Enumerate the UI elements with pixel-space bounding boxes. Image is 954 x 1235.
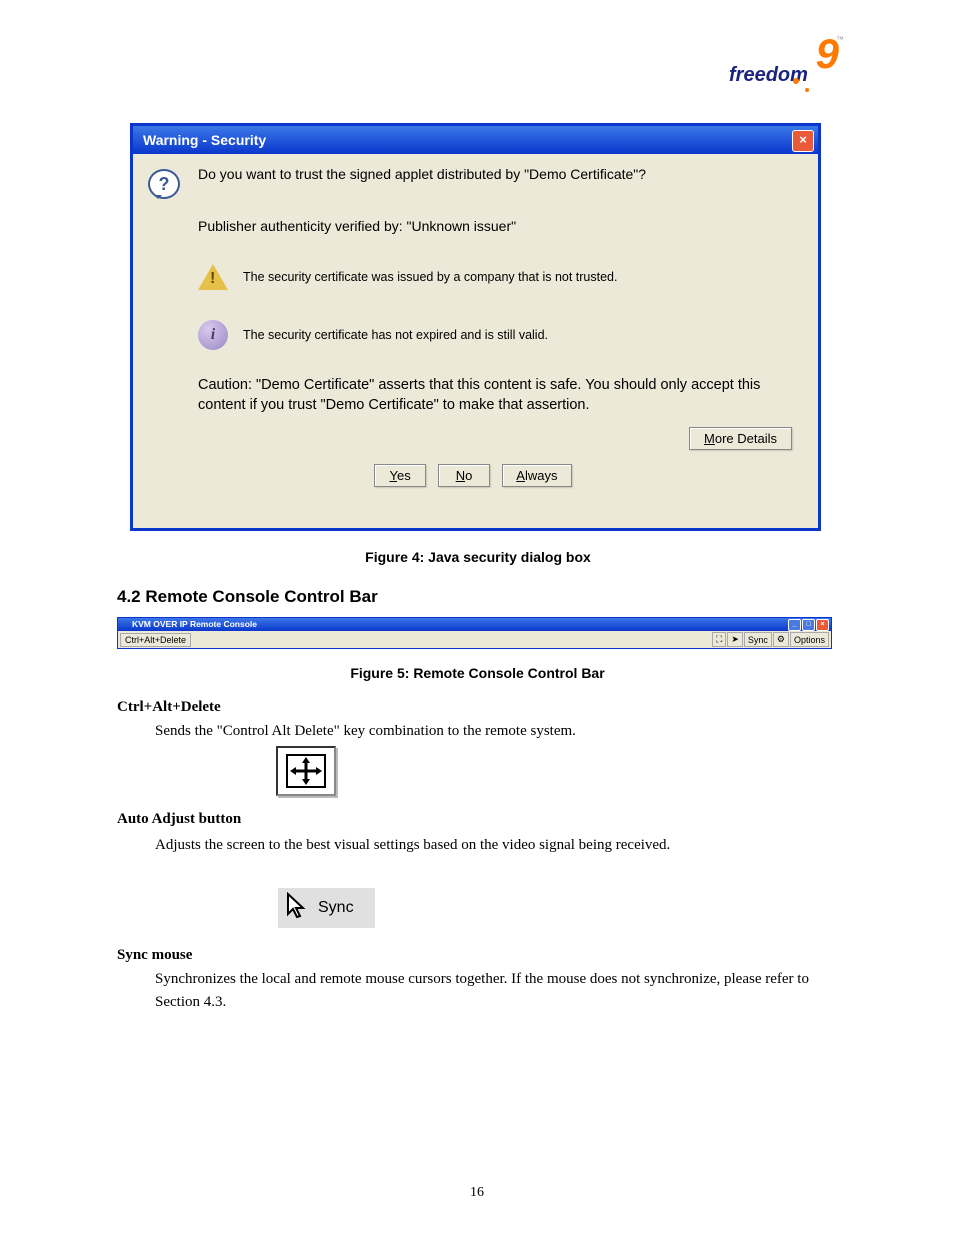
cursor-icon [286, 892, 308, 924]
question-icon: ? [148, 168, 180, 200]
info-icon: i [198, 320, 228, 350]
caution-text: Caution: "Demo Certificate" asserts that… [198, 376, 788, 415]
security-dialog: Warning - Security × ? Do you want to tr… [130, 123, 821, 531]
expand-arrows-icon [286, 754, 326, 788]
cert-valid-text: The security certificate has not expired… [243, 328, 548, 342]
maximize-icon[interactable]: □ [802, 619, 815, 631]
page-number: 16 [0, 1185, 954, 1201]
minimize-icon[interactable]: _ [788, 619, 801, 631]
sync-label-text: Sync [318, 899, 354, 917]
dialog-body: ? Do you want to trust the signed applet… [133, 154, 818, 528]
dialog-question: Do you want to trust the signed applet d… [198, 166, 798, 182]
auto-adjust-icon[interactable]: ⛶ [712, 632, 726, 647]
no-button[interactable]: No [438, 464, 490, 487]
section-heading: 4.2 Remote Console Control Bar [117, 587, 378, 607]
dialog-titlebar: Warning - Security × [133, 126, 818, 154]
auto-adjust-label: Auto Adjust button [117, 811, 241, 827]
cert-untrusted-text: The security certificate was issued by a… [243, 270, 617, 284]
logo-dot [793, 78, 799, 84]
publisher-line: Publisher authenticity verified by: "Unk… [198, 218, 798, 234]
close-button[interactable]: × [792, 130, 814, 152]
brand-logo: freedom 9 ™ [729, 30, 839, 95]
close-icon[interactable]: × [816, 619, 829, 631]
yes-button[interactable]: Yes [374, 464, 426, 487]
figure4-caption: Figure 4: Java security dialog box [330, 549, 626, 565]
warning-icon: ! [198, 262, 228, 292]
auto-adjust-description: Adjusts the screen to the best visual se… [155, 834, 815, 857]
ctrl-alt-delete-button[interactable]: Ctrl+Alt+Delete [120, 633, 191, 647]
kvm-titlebar: KVM OVER IP Remote Console _ □ × [118, 618, 831, 631]
dialog-title: Warning - Security [143, 132, 266, 148]
cursor-icon[interactable]: ➤ [727, 632, 743, 647]
cad-label: Ctrl+Alt+Delete [117, 699, 221, 715]
kvm-title-text: KVM OVER IP Remote Console [132, 619, 257, 629]
kvm-console-bar: KVM OVER IP Remote Console _ □ × Ctrl+Al… [117, 617, 832, 649]
logo-tm: ™ [836, 35, 844, 44]
options-button[interactable]: Options [790, 632, 829, 647]
sync-mouse-description: Synchronizes the local and remote mouse … [155, 968, 825, 1013]
settings-icon[interactable]: ⚙ [773, 632, 789, 647]
auto-adjust-button-image [276, 746, 336, 796]
sync-mouse-label: Sync mouse [117, 947, 192, 963]
always-button[interactable]: Always [502, 464, 572, 487]
sync-button-image: Sync [278, 888, 375, 928]
logo-dot [805, 88, 809, 92]
more-details-button[interactable]: More Details [689, 427, 792, 450]
sync-button[interactable]: Sync [744, 632, 772, 647]
figure5-caption: Figure 5: Remote Console Control Bar [317, 665, 638, 681]
cad-description: Sends the "Control Alt Delete" key combi… [155, 720, 815, 743]
